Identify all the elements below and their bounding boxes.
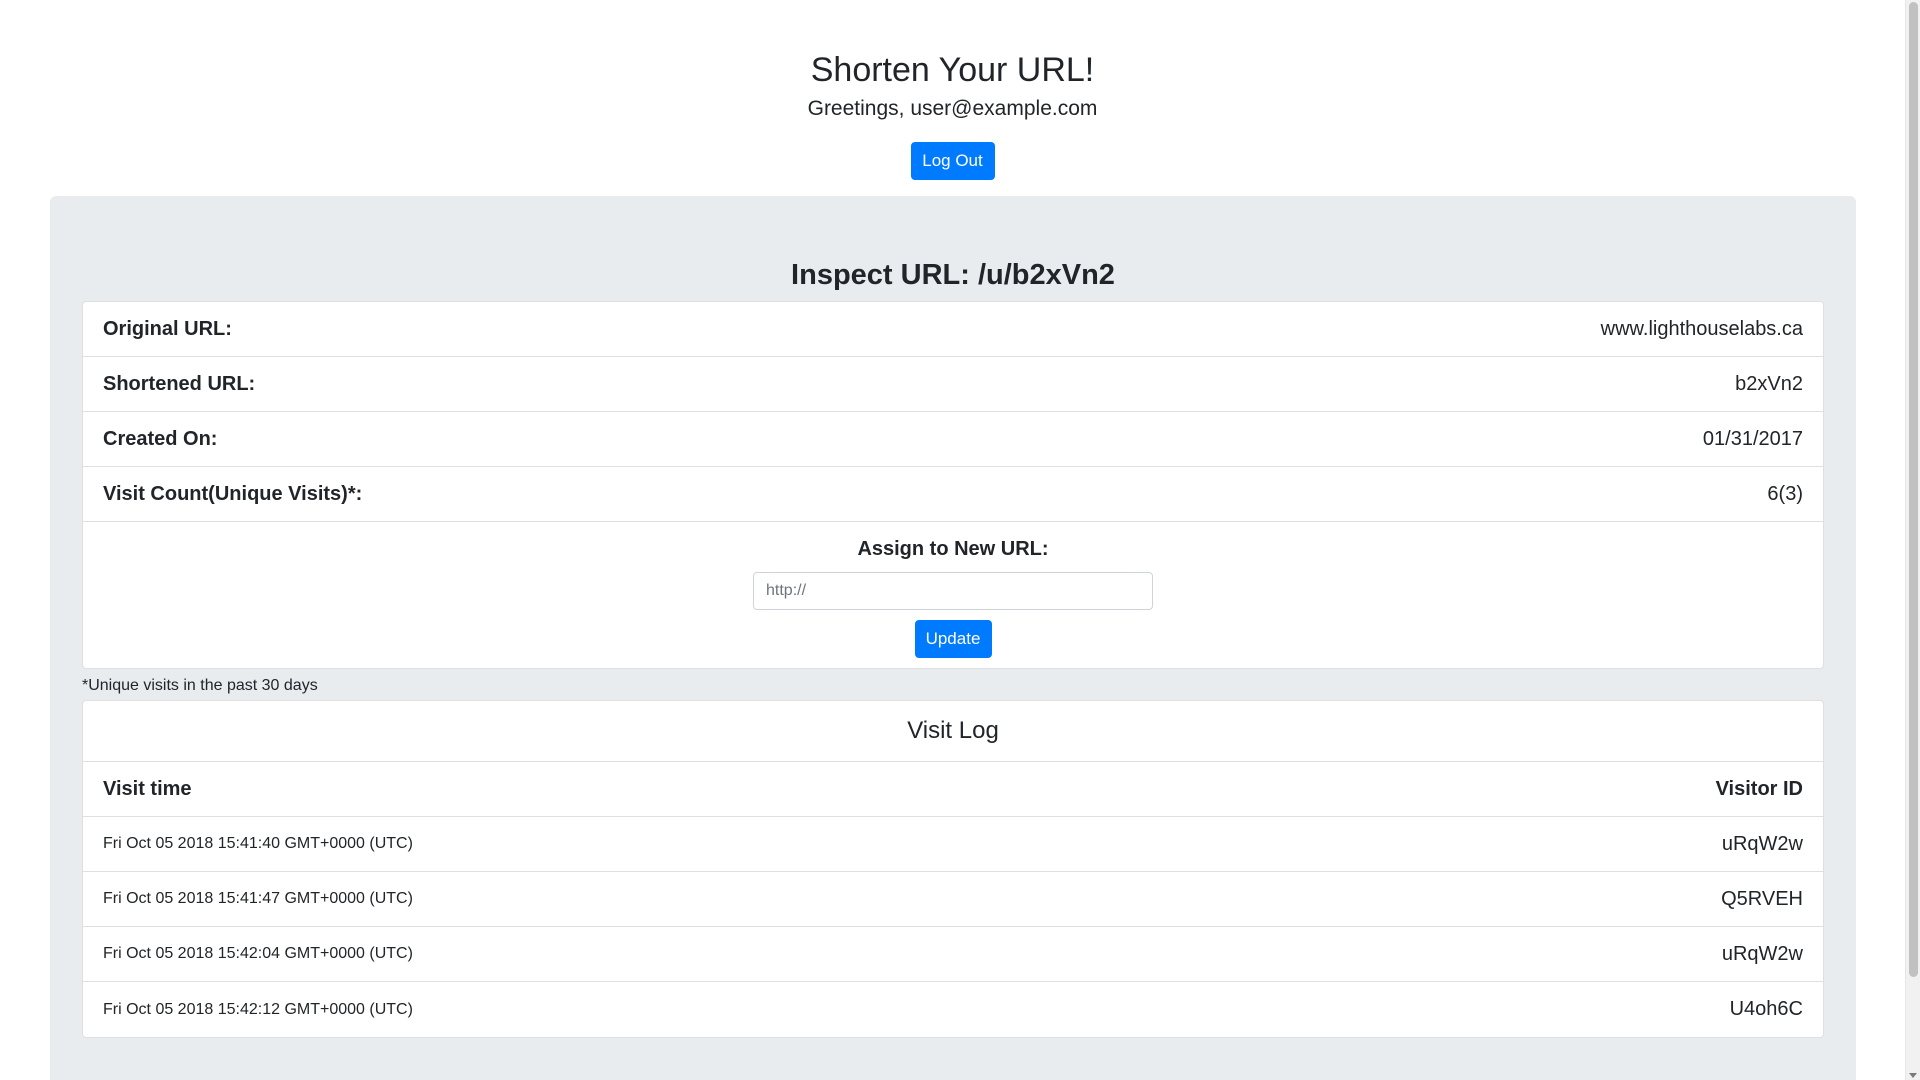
detail-value: b2xVn2 bbox=[1735, 372, 1803, 395]
table-row: Fri Oct 05 2018 15:41:40 GMT+0000 (UTC) … bbox=[83, 817, 1823, 872]
detail-row-visit-count: Visit Count(Unique Visits)*: 6(3) bbox=[83, 467, 1823, 522]
scroll-down-arrow-icon[interactable] bbox=[1909, 1073, 1917, 1078]
visit-log-header-row: Visit time Visitor ID bbox=[83, 762, 1823, 817]
browser-viewport: Shorten Your URL! Greetings, user@exampl… bbox=[0, 0, 1920, 1080]
visitor-id-cell: uRqW2w bbox=[1721, 942, 1803, 965]
update-button[interactable]: Update bbox=[914, 620, 992, 658]
detail-label: Original URL: bbox=[103, 317, 232, 340]
assign-new-url-form: Assign to New URL: Update bbox=[83, 522, 1823, 668]
detail-row-created-on: Created On: 01/31/2017 bbox=[83, 412, 1823, 467]
logout-button[interactable]: Log Out bbox=[910, 142, 995, 180]
table-row: Fri Oct 05 2018 15:42:12 GMT+0000 (UTC) … bbox=[83, 982, 1823, 1037]
page-header: Shorten Your URL! Greetings, user@exampl… bbox=[0, 0, 1905, 180]
unique-visits-footnote: *Unique visits in the past 30 days bbox=[82, 677, 318, 694]
visit-time-cell: Fri Oct 05 2018 15:42:12 GMT+0000 (UTC) bbox=[103, 1000, 413, 1018]
detail-row-original-url: Original URL: www.lighthouselabs.ca bbox=[83, 302, 1823, 357]
visitor-id-cell: uRqW2w bbox=[1721, 832, 1803, 855]
inspect-title: Inspect URL: /u/b2xVn2 bbox=[791, 259, 1115, 291]
table-row: Fri Oct 05 2018 15:41:47 GMT+0000 (UTC) … bbox=[83, 872, 1823, 927]
visit-log-card: Visit Log Visit time Visitor ID Fri Oct … bbox=[82, 700, 1824, 1038]
table-row: Fri Oct 05 2018 15:42:04 GMT+0000 (UTC) … bbox=[83, 927, 1823, 982]
scrollbar-thumb[interactable] bbox=[1909, 2, 1918, 977]
detail-value: 6(3) bbox=[1767, 482, 1803, 505]
visit-time-cell: Fri Oct 05 2018 15:41:47 GMT+0000 (UTC) bbox=[103, 890, 413, 907]
new-url-input[interactable] bbox=[753, 572, 1153, 610]
detail-label: Shortened URL: bbox=[103, 372, 256, 395]
visitor-id-cell: Q5RVEH bbox=[1721, 887, 1803, 910]
page: Shorten Your URL! Greetings, user@exampl… bbox=[0, 0, 1905, 1080]
column-header-visitor-id: Visitor ID bbox=[1715, 777, 1803, 800]
detail-value: 01/31/2017 bbox=[1702, 427, 1803, 450]
detail-label: Created On: bbox=[103, 427, 218, 450]
visit-time-cell: Fri Oct 05 2018 15:41:40 GMT+0000 (UTC) bbox=[103, 835, 413, 852]
vertical-scrollbar[interactable] bbox=[1905, 0, 1920, 1080]
detail-row-shortened-url: Shortened URL: b2xVn2 bbox=[83, 357, 1823, 412]
greeting-text: Greetings, user@example.com bbox=[807, 97, 1098, 120]
detail-label: Visit Count(Unique Visits)*: bbox=[103, 482, 363, 505]
visit-time-cell: Fri Oct 05 2018 15:42:04 GMT+0000 (UTC) bbox=[103, 945, 413, 962]
inspect-panel: Inspect URL: /u/b2xVn2 Original URL: www… bbox=[50, 196, 1856, 1080]
column-header-visit-time: Visit time bbox=[103, 777, 192, 800]
assign-label: Assign to New URL: bbox=[857, 538, 1049, 560]
visitor-id-cell: U4oh6C bbox=[1729, 998, 1803, 1020]
page-title: Shorten Your URL! bbox=[810, 51, 1095, 89]
logout-wrap: Log Out bbox=[0, 142, 1905, 180]
url-details-card: Original URL: www.lighthouselabs.ca Shor… bbox=[82, 301, 1824, 669]
visit-log-title: Visit Log bbox=[83, 701, 1823, 762]
detail-value: www.lighthouselabs.ca bbox=[1600, 317, 1803, 340]
